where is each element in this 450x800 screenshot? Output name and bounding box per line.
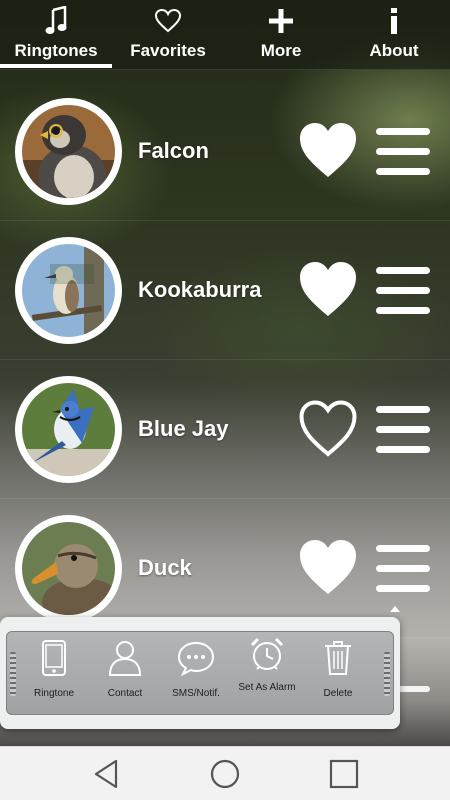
action-popup: Ringtone Contact SMS/Notif. Set As Alarm… <box>0 617 400 729</box>
home-icon[interactable] <box>205 757 245 791</box>
trash-icon <box>305 638 371 678</box>
set-ringtone-button[interactable]: Ringtone <box>21 632 87 716</box>
action-label: Delete <box>323 688 353 699</box>
action-label: Contact <box>107 688 143 699</box>
action-label: Ringtone <box>33 688 75 699</box>
menu-icon[interactable] <box>376 406 430 454</box>
list-item[interactable]: Falcon <box>0 82 450 221</box>
tab-label: About <box>369 41 419 60</box>
tab-about[interactable]: About <box>338 0 450 70</box>
list-item[interactable]: Kookaburra <box>0 221 450 360</box>
avatar <box>15 515 122 622</box>
active-tab-indicator <box>0 64 112 68</box>
grip-handle <box>10 652 16 696</box>
menu-icon[interactable] <box>376 267 430 315</box>
falcon-image <box>22 105 115 198</box>
tab-more[interactable]: More <box>225 0 337 70</box>
ringtone-name: Duck <box>138 555 192 580</box>
action-panel: Ringtone Contact SMS/Notif. Set As Alarm… <box>6 631 394 715</box>
sms-notification-button[interactable]: SMS/Notif. <box>163 632 229 716</box>
music-note-icon <box>0 6 112 36</box>
ringtone-name: Kookaburra <box>138 277 262 302</box>
tab-label: More <box>260 41 302 60</box>
tab-favorites[interactable]: Favorites <box>112 0 224 70</box>
tab-bar: Ringtones Favorites More About <box>0 0 450 70</box>
ringtone-name: Blue Jay <box>138 416 229 441</box>
back-icon[interactable] <box>86 757 126 791</box>
avatar <box>15 237 122 344</box>
contact-icon <box>92 638 158 678</box>
blue-jay-image <box>22 383 115 476</box>
list-item[interactable]: Blue Jay <box>0 360 450 499</box>
action-label: Set As Alarm <box>238 682 296 693</box>
plus-icon <box>225 6 337 36</box>
kookaburra-image <box>22 244 115 337</box>
tab-ringtones[interactable]: Ringtones <box>0 0 112 70</box>
action-label: SMS/Notif. <box>172 688 220 699</box>
grip-handle <box>384 652 390 696</box>
info-icon <box>338 6 450 36</box>
popup-pointer <box>390 606 400 612</box>
set-alarm-button[interactable]: Set As Alarm <box>234 632 300 716</box>
ringtone-name: Falcon <box>138 138 209 163</box>
favorite-heart-icon[interactable] <box>298 261 358 319</box>
alarm-clock-icon <box>234 634 300 674</box>
favorite-heart-icon[interactable] <box>298 122 358 180</box>
avatar <box>15 98 122 205</box>
recents-icon[interactable] <box>324 757 364 791</box>
duck-image <box>22 522 115 615</box>
avatar <box>15 376 122 483</box>
favorite-heart-icon[interactable] <box>298 539 358 597</box>
menu-icon[interactable] <box>376 545 430 593</box>
contact-button[interactable]: Contact <box>92 632 158 716</box>
menu-icon[interactable] <box>376 128 430 176</box>
favorite-heart-outline-icon[interactable] <box>298 400 358 458</box>
system-nav-bar <box>0 746 450 800</box>
app-screen: Ringtones Favorites More About Falcon Ko… <box>0 0 450 746</box>
tab-label: Favorites <box>130 41 206 60</box>
delete-button[interactable]: Delete <box>305 632 371 716</box>
chat-bubble-icon <box>163 638 229 678</box>
phone-icon <box>21 638 87 678</box>
heart-outline-icon <box>112 6 224 36</box>
tab-label: Ringtones <box>14 41 98 60</box>
